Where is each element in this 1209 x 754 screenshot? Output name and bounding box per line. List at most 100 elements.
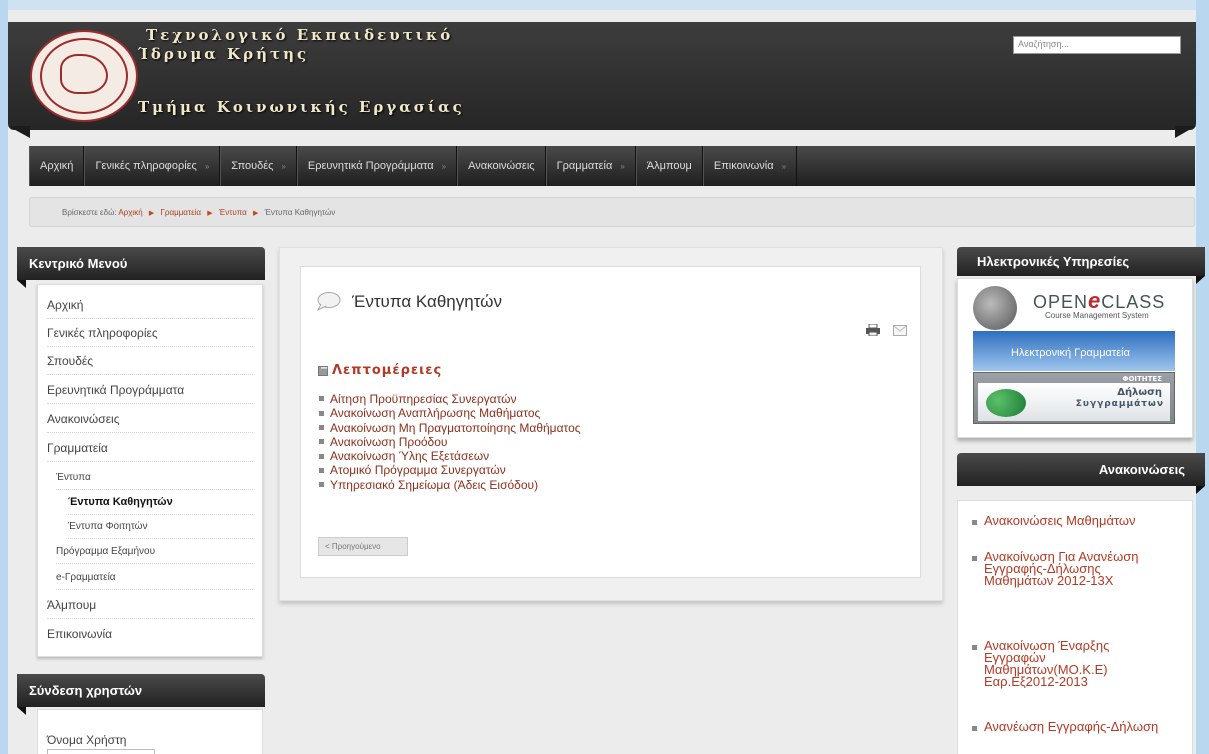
bullet-icon bbox=[319, 424, 324, 430]
form-link[interactable]: Ανακοίνωση Μη Πραγματοποίησης Μαθήματος bbox=[330, 421, 581, 435]
textbooks-label: Συγγραμμάτων bbox=[1075, 399, 1164, 409]
page-title: Έντυπα Καθηγητών bbox=[352, 292, 502, 311]
announcements-title: Ανακοινώσεις bbox=[957, 453, 1205, 486]
chevron-down-icon: » bbox=[620, 161, 625, 171]
sidebar-item-research[interactable]: Ερευνητικά Προγράμματα bbox=[47, 383, 253, 404]
sidebar-item-secretariat[interactable]: Γραμματεία bbox=[47, 441, 253, 462]
section-heading[interactable]: Λεπτομέρειες bbox=[318, 363, 442, 378]
openclass-e: e bbox=[1088, 288, 1102, 313]
openclass-subtitle: Course Management System bbox=[1045, 311, 1149, 320]
bullet-icon bbox=[319, 439, 324, 445]
nav-label: Ανακοινώσεις bbox=[468, 160, 535, 172]
e-secretariat-banner[interactable]: Ηλεκτρονική Γραμματεία bbox=[973, 331, 1175, 371]
breadcrumb-link-secretariat[interactable]: Γραμματεία bbox=[161, 208, 202, 217]
announcement-link[interactable]: Ανακοινώσεις Μαθημάτων bbox=[984, 513, 1136, 528]
sidebar-item-forms[interactable]: Έντυπα bbox=[56, 472, 253, 490]
nav-item-general-info[interactable]: Γενικές πληροφορίες » bbox=[84, 146, 221, 186]
print-icon[interactable] bbox=[866, 324, 880, 336]
breadcrumb-current: Έντυπα Καθηγητών bbox=[264, 208, 336, 217]
nav-label: Ερευνητικά Προγράμματα bbox=[307, 160, 434, 172]
list-item[interactable]: Υπηρεσιακό Σημείωμα (Άδεις Εισόδου) bbox=[318, 478, 581, 492]
list-item[interactable]: Ανακοίνωση Ύλης Εξετάσεων bbox=[318, 449, 581, 463]
sidebar-item-semester-program[interactable]: Πρόγραμμα Εξαμήνου bbox=[56, 546, 253, 564]
nav-item-studies[interactable]: Σπουδές » bbox=[220, 146, 297, 186]
sidebar-item-general-info[interactable]: Γενικές πληροφορίες bbox=[47, 326, 253, 347]
nav-item-research[interactable]: Ερευνητικά Προγράμματα » bbox=[296, 146, 458, 186]
announcement-link[interactable]: Ανακοίνωση Έναρξης Εγγραφών Μαθημάτων(ΜΟ… bbox=[984, 638, 1109, 689]
openclass-open: OPEN bbox=[1033, 292, 1089, 312]
list-item[interactable]: Ατομικό Πρόγραμμα Συνεργατών bbox=[318, 463, 581, 477]
sidebar-item-studies[interactable]: Σπουδές bbox=[47, 354, 253, 375]
login-title: Σύνδεση χρηστών bbox=[17, 674, 265, 707]
openclass-class: CLASS bbox=[1101, 292, 1166, 312]
sidebar-item-e-secretariat[interactable]: e-Γραμματεία bbox=[56, 572, 253, 590]
form-link[interactable]: Αίτηση Προϋπηρεσίας Συνεργατών bbox=[330, 392, 517, 406]
form-link[interactable]: Υπηρεσιακό Σημείωμα (Άδεις Εισόδου) bbox=[330, 478, 538, 492]
list-item[interactable]: Ανακοινώσεις Μαθημάτων bbox=[970, 513, 1136, 528]
banner-inner: Δήλωση Συγγραμμάτων bbox=[978, 383, 1170, 421]
list-item[interactable]: Ανακοίνωση Για Ανανέωση Εγγραφής-Δήλωσης… bbox=[970, 549, 1170, 588]
sidebar-item-contact[interactable]: Επικοινωνία bbox=[47, 627, 253, 647]
username-field[interactable] bbox=[47, 749, 155, 754]
nav-label: Γραμματεία bbox=[556, 160, 613, 172]
bullet-icon bbox=[319, 453, 324, 459]
forms-link-list: Αίτηση Προϋπηρεσίας Συνεργατών Ανακοίνωσ… bbox=[318, 392, 581, 492]
login-module bbox=[37, 709, 263, 754]
nav-item-announcements[interactable]: Ανακοινώσεις bbox=[457, 146, 546, 186]
sidebar-item-home[interactable]: Αρχική bbox=[47, 298, 253, 319]
breadcrumb-link-forms[interactable]: Έντυπα bbox=[219, 208, 247, 217]
chevron-down-icon: » bbox=[204, 161, 210, 171]
chevron-down-icon: » bbox=[781, 161, 787, 171]
collapse-icon[interactable] bbox=[318, 363, 329, 376]
sidebar-item-album[interactable]: Άλμπουμ bbox=[47, 598, 253, 619]
email-icon[interactable] bbox=[893, 325, 907, 336]
form-link[interactable]: Ανακοίνωση Προόδου bbox=[330, 435, 447, 449]
nav-item-home[interactable]: Αρχική bbox=[29, 146, 85, 186]
list-item[interactable]: Ανακοίνωση Μη Πραγματοποίησης Μαθήματος bbox=[318, 421, 581, 435]
list-item[interactable]: Ανακοίνωση Έναρξης Εγγραφών Μαθημάτων(ΜΟ… bbox=[970, 638, 1170, 689]
nav-label: Επικοινωνία bbox=[713, 160, 774, 172]
nav-label: Άλμπουμ bbox=[646, 160, 692, 172]
bullet-icon bbox=[972, 726, 977, 731]
sidebar-item-announcements[interactable]: Ανακοινώσεις bbox=[47, 412, 253, 433]
sidebar-item-professor-forms[interactable]: Έντυπα Καθηγητών bbox=[68, 496, 253, 515]
form-link[interactable]: Ανακοίνωση Ύλης Εξετάσεων bbox=[330, 449, 489, 463]
breadcrumb-arrow-icon: ▶ bbox=[253, 210, 259, 217]
openclass-banner[interactable]: OPENeCLASS Course Management System bbox=[973, 286, 1175, 330]
site-title-line2: Ίδρυμα Κρήτης bbox=[138, 45, 310, 63]
form-link[interactable]: Ατομικό Πρόγραμμα Συνεργατών bbox=[330, 463, 506, 477]
breadcrumb-link-home[interactable]: Αρχική bbox=[118, 208, 142, 217]
previous-button[interactable]: < Προηγούμενο bbox=[318, 537, 408, 556]
announcement-link[interactable]: Ανανέωση Εγγραφής-Δήλωση bbox=[984, 719, 1158, 734]
speech-bubble-icon bbox=[316, 292, 341, 311]
department-title: Τμήμα Κοινωνικής Εργασίας bbox=[138, 98, 465, 116]
list-item[interactable]: Ανακοίνωση Προόδου bbox=[318, 435, 581, 449]
nav-item-contact[interactable]: Επικοινωνία » bbox=[702, 146, 798, 186]
list-item[interactable]: Ανανέωση Εγγραφής-Δήλωση bbox=[970, 719, 1158, 734]
form-link[interactable]: Ανακοίνωση Αναπλήρωσης Μαθήματος bbox=[330, 406, 540, 420]
announcement-link[interactable]: Ανακοίνωση Για Ανανέωση Εγγραφής-Δήλωσης… bbox=[984, 549, 1138, 588]
nav-item-album[interactable]: Άλμπουμ bbox=[635, 146, 703, 186]
bullet-icon bbox=[319, 410, 324, 416]
nav-item-secretariat[interactable]: Γραμματεία » bbox=[545, 146, 636, 186]
list-item[interactable]: Ανακοίνωση Αναπλήρωσης Μαθήματος bbox=[318, 406, 581, 420]
textbook-declaration-banner[interactable]: ΦΟΙΤΗΤΕΣ Δήλωση Συγγραμμάτων bbox=[973, 372, 1175, 424]
bullet-icon bbox=[319, 467, 324, 473]
site-logo[interactable] bbox=[30, 30, 138, 122]
declaration-label: Δήλωση bbox=[1117, 387, 1162, 398]
top-strip bbox=[8, 0, 1196, 10]
services-title: Ηλεκτρονικές Υπηρεσίες bbox=[957, 247, 1205, 276]
nav-label: Σπουδές bbox=[231, 160, 274, 172]
search-input[interactable]: Αναζήτηση... bbox=[1013, 36, 1181, 54]
services-title-fold bbox=[1196, 276, 1205, 284]
openclass-logo-icon bbox=[973, 286, 1017, 330]
breadcrumb: Βρίσκεστε εδώ: Αρχική ▶ Γραμματεία ▶ Έντ… bbox=[29, 197, 1195, 227]
list-item[interactable]: Αίτηση Προϋπηρεσίας Συνεργατών bbox=[318, 392, 581, 406]
nav-label: Αρχική bbox=[40, 160, 74, 172]
main-menu-title: Κεντρικό Μενού bbox=[17, 247, 265, 280]
username-label: Όνομα Χρήστη bbox=[47, 733, 127, 747]
section-heading-label: Λεπτομέρειες bbox=[332, 363, 443, 378]
bullet-icon bbox=[972, 520, 977, 525]
sidebar-item-student-forms[interactable]: Έντυπα Φοιτητών bbox=[68, 521, 253, 539]
breadcrumb-arrow-icon: ▶ bbox=[148, 210, 155, 217]
